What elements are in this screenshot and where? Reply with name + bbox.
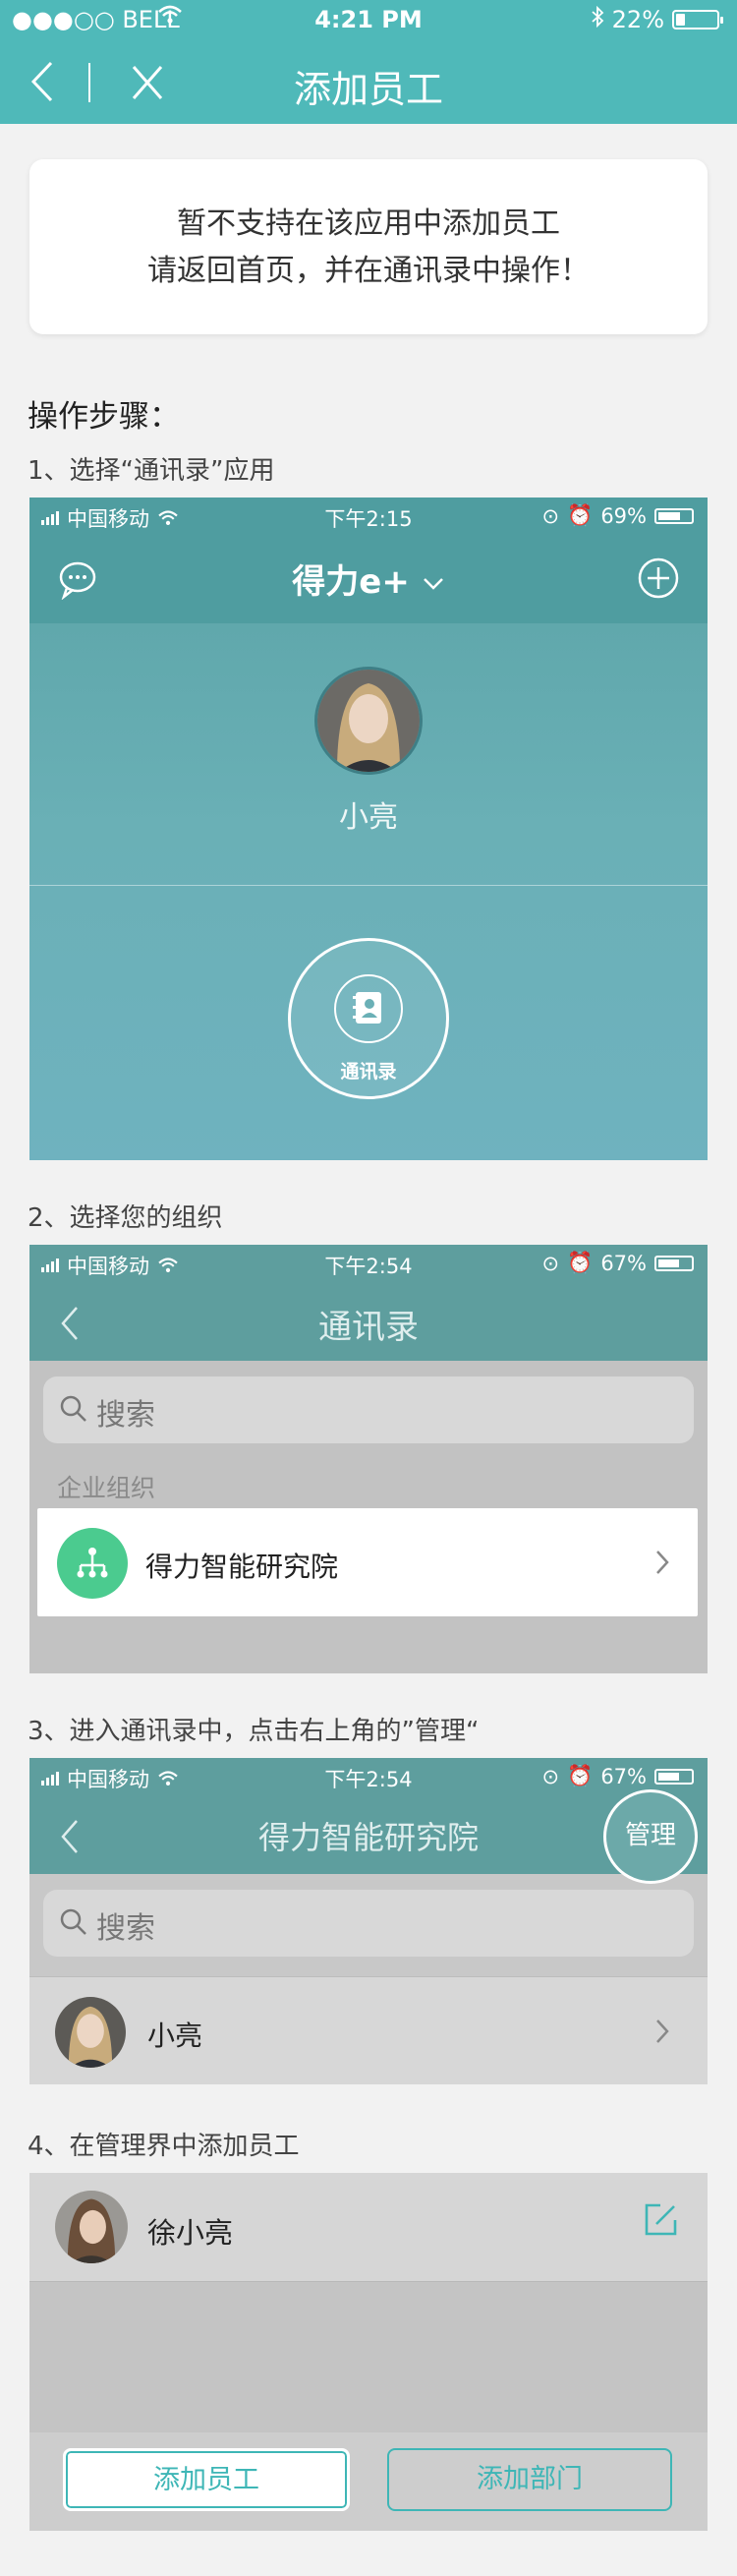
member-name: 小亮 — [147, 2020, 203, 2052]
member-list-item[interactable]: 小亮 — [29, 1976, 708, 2084]
step-2-label: 2、选择您的组织 — [28, 1203, 223, 1233]
bluetooth-icon — [591, 5, 604, 33]
lock-rotation-icon: ⊙ — [541, 1251, 560, 1275]
mini-status-bar: 中国移动 下午2:54 ⊙ ⏰ 67% — [29, 1245, 708, 1284]
battery-area: 22% — [591, 5, 723, 33]
mini-status-bar: 中国移动 下午2:15 ⊙ ⏰ 69% — [29, 498, 708, 537]
battery-icon — [654, 507, 694, 524]
step-4-screenshot: 徐小亮 添加员工 添加部门 — [29, 2173, 708, 2531]
org-list-item[interactable]: 得力智能研究院 — [37, 1508, 698, 1616]
add-circle-icon[interactable] — [637, 556, 680, 604]
lock-rotation-icon: ⊙ — [541, 1764, 560, 1788]
mini-battery-percent: 67% — [600, 1764, 647, 1788]
page-title: 添加员工 — [293, 68, 443, 111]
search-placeholder: 搜索 — [96, 1398, 155, 1433]
contacts-label: 通讯录 — [340, 1061, 397, 1083]
add-employee-button[interactable]: 添加员工 — [63, 2448, 350, 2511]
search-placeholder: 搜索 — [96, 1911, 155, 1946]
lock-rotation-icon: ⊙ — [541, 503, 560, 528]
step-1-label: 1、选择“通讯录”应用 — [28, 456, 275, 486]
app-brand-title[interactable]: 得力e+ — [29, 555, 708, 603]
top-app-bar: ●●●○○ BELL 4:21 PM 22% 添加员工 — [0, 0, 737, 124]
steps-heading: 操作步骤： — [28, 399, 180, 435]
member-list-item[interactable]: 徐小亮 — [29, 2173, 708, 2282]
battery-icon — [654, 1255, 694, 1271]
search-input[interactable]: 搜索 — [43, 1890, 694, 1957]
step-1-screenshot: 中国移动 下午2:15 ⊙ ⏰ 69% 得力e+ 小亮 通讯录 — [29, 498, 708, 1160]
screen-title: 通讯录 — [318, 1308, 419, 1347]
step-4-label: 4、在管理界中添加员工 — [28, 2132, 300, 2161]
org-name: 得力智能研究院 — [145, 1551, 339, 1583]
notice-line-1: 暂不支持在该应用中添加员工 — [177, 206, 560, 241]
edit-icon[interactable] — [641, 2200, 680, 2240]
step-2-screenshot: 中国移动 下午2:54 ⊙ ⏰ 67% 通讯录 搜索 企业组织 得力智能研究院 — [29, 1245, 708, 1673]
notice-card: 暂不支持在该应用中添加员工 请返回首页，并在通讯录中操作！ — [29, 159, 708, 334]
battery-percent: 22% — [611, 6, 664, 33]
member-avatar — [55, 2191, 128, 2263]
chevron-right-icon — [656, 1551, 669, 1574]
contacts-book-icon — [334, 974, 403, 1043]
alarm-icon: ⏰ — [567, 503, 594, 527]
alarm-icon: ⏰ — [567, 1764, 594, 1787]
mini-status-bar: 中国移动 下午2:54 ⊙ ⏰ 67% — [29, 1758, 708, 1797]
member-avatar — [55, 1997, 126, 2068]
status-bar: ●●●○○ BELL 4:21 PM 22% — [0, 0, 737, 41]
chevron-right-icon — [656, 2020, 669, 2043]
mini-battery-percent: 67% — [600, 1251, 647, 1275]
step-3-screenshot: 中国移动 下午2:54 ⊙ ⏰ 67% 得力智能研究院 管理 搜索 小亮 — [29, 1758, 708, 2084]
user-avatar[interactable] — [314, 667, 423, 775]
battery-icon — [672, 10, 723, 29]
mini-battery-percent: 69% — [600, 503, 647, 528]
search-icon — [60, 1908, 86, 1935]
manage-button[interactable]: 管理 — [603, 1789, 698, 1884]
section-label: 企业组织 — [57, 1474, 156, 1502]
add-department-button[interactable]: 添加部门 — [387, 2448, 672, 2511]
step-3-label: 3、进入通讯录中，点击右上角的”管理“ — [28, 1717, 480, 1746]
notice-line-2: 请返回首页，并在通讯录中操作！ — [147, 254, 590, 288]
user-name: 小亮 — [339, 800, 398, 835]
member-name: 徐小亮 — [147, 2216, 234, 2250]
brand-text: 得力e+ — [292, 562, 410, 602]
org-tree-icon — [57, 1528, 128, 1599]
chevron-down-icon — [410, 562, 445, 602]
search-input[interactable]: 搜索 — [43, 1376, 694, 1443]
alarm-icon: ⏰ — [567, 1251, 594, 1274]
search-icon — [60, 1395, 86, 1422]
divider — [29, 885, 708, 886]
contacts-app-button[interactable]: 通讯录 — [288, 938, 449, 1099]
battery-icon — [654, 1768, 694, 1785]
